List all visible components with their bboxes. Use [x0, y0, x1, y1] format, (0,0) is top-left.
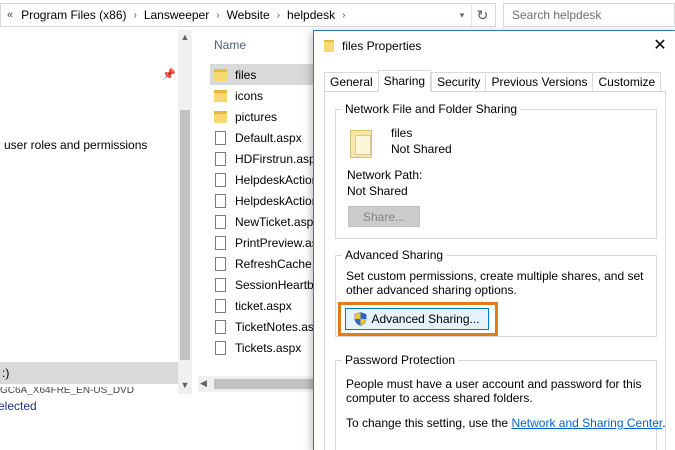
network-path-label: Network Path:	[347, 168, 423, 182]
network-sharing-center-link[interactable]: Network and Sharing Center	[511, 416, 662, 430]
refresh-icon[interactable]: ↻	[471, 4, 493, 26]
list-item[interactable]: HelpdeskActions2.aspx	[210, 190, 320, 211]
breadcrumb-lansweeper[interactable]: Lansweeper	[144, 8, 209, 22]
file-icon	[215, 193, 226, 208]
tab-previous-versions[interactable]: Previous Versions	[485, 72, 593, 92]
tab-strip: General Sharing Security Previous Versio…	[324, 70, 662, 92]
tab-general[interactable]: General	[324, 72, 378, 92]
share-name: files	[391, 126, 413, 140]
scroll-up-icon[interactable]: ▲	[178, 32, 192, 42]
dialog-title: files Properties	[342, 39, 422, 53]
share-status: Not Shared	[391, 142, 452, 156]
list-item[interactable]: PrintPreview.aspx	[210, 232, 320, 253]
advanced-sharing-button[interactable]: Advanced Sharing...	[345, 308, 489, 330]
list-item[interactable]: TicketNotes.aspx	[210, 316, 320, 337]
password-protection-description: People must have a user account and pass…	[346, 377, 642, 405]
scrollbar-thumb[interactable]	[214, 379, 318, 389]
horizontal-scrollbar[interactable]: ◀	[198, 376, 320, 392]
advanced-sharing-description: Set custom permissions, create multiple …	[346, 269, 644, 297]
group-legend: Network File and Folder Sharing	[342, 102, 521, 116]
chevron-right-icon[interactable]: ›	[342, 10, 345, 21]
uac-shield-icon	[354, 312, 367, 326]
file-icon	[215, 151, 226, 166]
nav-pane-scrollbar[interactable]: ▲ ▼	[178, 30, 192, 394]
list-item[interactable]: pictures	[210, 106, 320, 127]
address-dropdown-icon[interactable]: ▾	[455, 4, 469, 26]
file-icon	[215, 319, 226, 334]
password-protection-group: Password Protection People must have a u…	[335, 353, 666, 450]
list-item[interactable]: ticket.aspx	[210, 295, 320, 316]
list-item[interactable]: SessionHeartbeat.aspx	[210, 274, 320, 295]
status-bar: elected	[0, 396, 320, 416]
list-item[interactable]: files	[210, 64, 320, 85]
list-item[interactable]: icons	[210, 85, 320, 106]
chevron-left-double-icon[interactable]: «	[7, 9, 13, 21]
scroll-left-icon[interactable]: ◀	[200, 378, 207, 389]
scrollbar-thumb[interactable]	[180, 110, 190, 360]
folder-icon	[214, 110, 227, 123]
list-item[interactable]: NewTicket.aspx	[210, 211, 320, 232]
breadcrumb-program-files[interactable]: Program Files (x86)	[21, 8, 126, 22]
close-icon[interactable]: ✕	[650, 37, 670, 57]
chevron-right-icon[interactable]: ›	[277, 10, 280, 21]
tab-sharing[interactable]: Sharing	[377, 70, 432, 92]
advanced-sharing-button-label: Advanced Sharing...	[371, 312, 480, 326]
chevron-right-icon[interactable]: ›	[133, 10, 136, 21]
sharing-tab-panel: Network File and Folder Sharing files No…	[324, 91, 666, 450]
advanced-sharing-group: Advanced Sharing Set custom permissions,…	[335, 248, 657, 337]
network-path-value: Not Shared	[347, 184, 408, 198]
file-icon	[215, 214, 226, 229]
network-sharing-group: Network File and Folder Sharing files No…	[335, 102, 657, 239]
password-protection-setting-text: To change this setting, use the Network …	[346, 416, 666, 430]
list-item[interactable]: Default.aspx	[210, 127, 320, 148]
group-legend: Advanced Sharing	[342, 248, 447, 262]
search-input[interactable]: Search helpdesk	[503, 3, 675, 27]
folder-icon	[214, 68, 227, 81]
column-header-name[interactable]: Name	[214, 38, 246, 52]
file-icon	[215, 130, 226, 145]
file-icon	[215, 277, 226, 292]
list-item[interactable]: Tickets.aspx	[210, 337, 320, 358]
scroll-down-icon[interactable]: ▼	[178, 380, 192, 390]
address-bar[interactable]: « Program Files (x86) › Lansweeper › Web…	[0, 3, 496, 27]
status-text: elected	[0, 399, 37, 413]
share-button[interactable]: Share...	[348, 206, 420, 227]
tab-customize[interactable]: Customize	[592, 72, 662, 92]
shared-folder-icon	[350, 130, 372, 158]
folder-icon	[324, 40, 334, 52]
list-item[interactable]: HelpdeskActions.aspx	[210, 169, 320, 190]
file-icon	[215, 256, 226, 271]
file-icon	[215, 235, 226, 250]
group-legend: Password Protection	[342, 353, 459, 367]
file-icon	[215, 172, 226, 187]
breadcrumb-helpdesk[interactable]: helpdesk	[287, 8, 335, 22]
file-icon	[215, 298, 226, 313]
list-item[interactable]: HDFirstrun.aspx	[210, 148, 320, 169]
file-list: files icons pictures Default.aspx HDFirs…	[210, 64, 320, 358]
chevron-right-icon[interactable]: ›	[216, 10, 219, 21]
pin-icon[interactable]: 📌	[162, 68, 176, 81]
nav-item-dvd[interactable]: GC6A_X64FRE_EN-US_DVD	[0, 387, 178, 395]
breadcrumb-website[interactable]: Website	[227, 8, 270, 22]
folder-icon	[214, 89, 227, 102]
file-icon	[215, 340, 226, 355]
tab-security[interactable]: Security	[431, 72, 486, 92]
nav-item-selected-drive[interactable]: :)	[0, 362, 178, 384]
list-item[interactable]: RefreshCache.aspx	[210, 253, 320, 274]
properties-dialog: files Properties ✕ General Sharing Secur…	[313, 30, 675, 450]
nav-item-user-roles[interactable]: user roles and permissions	[4, 138, 147, 152]
navigation-pane: 📌 user roles and permissions	[0, 30, 178, 392]
dialog-title-bar[interactable]: files Properties	[314, 31, 675, 61]
